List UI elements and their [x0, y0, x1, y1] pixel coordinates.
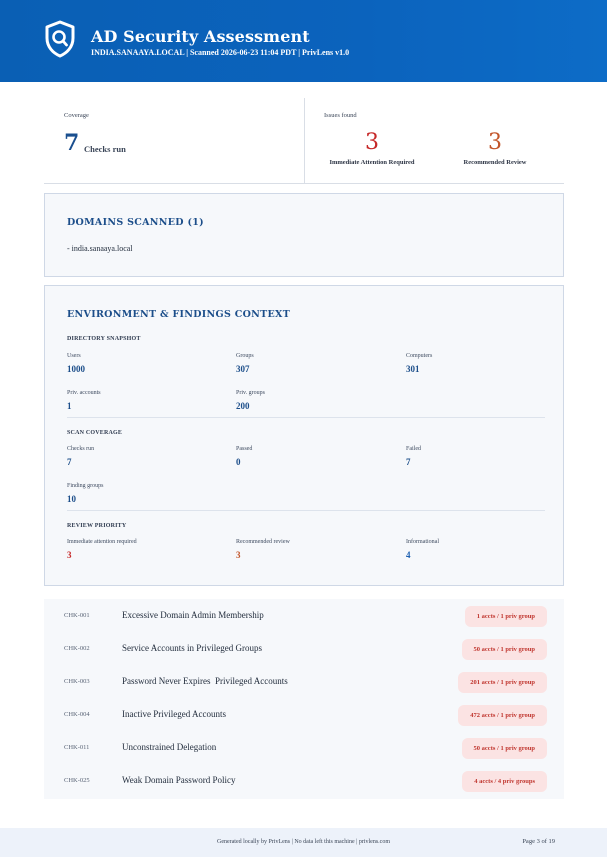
recommended-count: 3 — [488, 130, 502, 155]
checks-run-value: 7 — [67, 457, 72, 467]
immediate-count: 3 — [365, 130, 379, 155]
users-cell: Users 1000 — [67, 353, 85, 374]
check-name: Unconstrained Delegation — [122, 742, 217, 752]
finding-groups-cell: Finding groups 10 — [67, 483, 104, 504]
shield-search-icon — [45, 20, 75, 58]
environment-panel: ENVIRONMENT & FINDINGS CONTEXT DIRECTORY… — [44, 285, 564, 586]
check-row[interactable]: CHK-001 Excessive Domain Admin Membershi… — [44, 600, 564, 633]
summary-strip: Coverage 7 Checks run Issues found 3 Imm… — [44, 98, 564, 184]
coverage-text: Checks run — [84, 144, 126, 154]
check-id: CHK-003 — [64, 678, 90, 685]
check-row[interactable]: CHK-011 Unconstrained Delegation 50 acct… — [44, 732, 564, 765]
scan-coverage-label: SCAN COVERAGE — [67, 430, 123, 436]
recommended-cell: Recommended review 3 — [236, 539, 290, 560]
informational-cell: Informational 4 — [406, 539, 439, 560]
check-count-badge: 4 accts / 4 priv groups — [462, 771, 547, 792]
issues-label: Issues found — [324, 112, 357, 119]
check-name: Excessive Domain Admin Membership — [122, 610, 264, 620]
recommended-value: 3 — [236, 550, 241, 560]
check-count-badge: 50 accts / 1 priv group — [461, 738, 547, 759]
checks-run-cell: Checks run 7 — [67, 446, 94, 467]
check-row[interactable]: CHK-002 Service Accounts in Privileged G… — [44, 633, 564, 666]
coverage-value: 7 — [64, 130, 80, 156]
checks-run-label: Checks run — [67, 446, 95, 452]
environment-title: ENVIRONMENT & FINDINGS CONTEXT — [67, 309, 291, 320]
finding-groups-value: 10 — [67, 494, 76, 504]
immediate-cell: Immediate attention required 3 — [67, 539, 137, 560]
check-count-badge: 201 accts / 1 priv group — [458, 672, 547, 693]
recommended-summary: 3 Recommended Review — [450, 130, 540, 168]
check-id: CHK-011 — [64, 744, 90, 751]
domain-item: - india.sanaaya.local — [67, 244, 133, 253]
users-label: Users — [67, 353, 81, 359]
check-id: CHK-002 — [64, 645, 90, 652]
groups-cell: Groups 307 — [236, 353, 254, 374]
footer-text: Generated locally by PrivLens | No data … — [216, 839, 391, 845]
passed-value: 0 — [236, 457, 241, 467]
check-id: CHK-025 — [64, 777, 90, 784]
groups-value: 307 — [236, 364, 250, 374]
check-count-badge: 472 accts / 1 priv group — [458, 705, 547, 726]
section-divider — [67, 510, 545, 511]
immediate-summary: 3 Immediate Attention Required — [327, 130, 417, 168]
check-row[interactable]: CHK-025 Weak Domain Password Policy 4 ac… — [44, 765, 564, 798]
informational-value: 4 — [406, 550, 411, 560]
check-name: Service Accounts in Privileged Groups — [122, 643, 262, 653]
priv-groups-cell: Priv. groups 200 — [236, 390, 265, 411]
check-id: CHK-001 — [64, 612, 90, 619]
recommended-text: Recommended Review — [463, 159, 527, 166]
summary-divider — [304, 98, 305, 184]
directory-snapshot-label: DIRECTORY SNAPSHOT — [67, 336, 141, 342]
section-divider — [67, 417, 545, 418]
priv-accounts-cell: Priv. accounts 1 — [67, 390, 101, 411]
priv-groups-label: Priv. groups — [236, 390, 265, 396]
failed-label: Failed — [406, 446, 421, 452]
finding-groups-label: Finding groups — [67, 483, 104, 489]
page-footer: Generated locally by PrivLens | No data … — [0, 828, 607, 857]
check-name: Password Never Expires Privileged Accoun… — [122, 676, 288, 686]
computers-value: 301 — [406, 364, 420, 374]
domains-panel: DOMAINS SCANNED (1) - india.sanaaya.loca… — [44, 193, 564, 277]
failed-cell: Failed 7 — [406, 446, 421, 467]
check-row[interactable]: CHK-004 Inactive Privileged Accounts 472… — [44, 699, 564, 732]
domains-title: DOMAINS SCANNED (1) — [67, 217, 204, 228]
immediate-label: Immediate attention required — [67, 539, 137, 545]
check-count-badge: 1 accts / 1 priv group — [464, 606, 547, 627]
informational-label: Informational — [406, 539, 439, 545]
review-priority-label: REVIEW PRIORITY — [67, 523, 127, 529]
computers-cell: Computers 301 — [406, 353, 432, 374]
passed-label: Passed — [236, 446, 253, 452]
check-name: Weak Domain Password Policy — [122, 775, 236, 785]
recommended-label: Recommended review — [236, 539, 290, 545]
groups-label: Groups — [236, 353, 254, 359]
check-row[interactable]: CHK-003 Password Never Expires Privilege… — [44, 666, 564, 699]
computers-label: Computers — [406, 353, 433, 359]
priv-groups-value: 200 — [236, 401, 250, 411]
report-subtitle: INDIA.SANAAYA.LOCAL | Scanned 2026-06-23… — [91, 48, 350, 57]
immediate-text: Immediate Attention Required — [329, 159, 415, 166]
report-header: AD Security Assessment INDIA.SANAAYA.LOC… — [0, 0, 607, 82]
check-count-badge: 50 accts / 1 priv group — [461, 639, 547, 660]
priv-accounts-value: 1 — [67, 401, 72, 411]
coverage-label: Coverage — [64, 112, 89, 119]
check-name: Inactive Privileged Accounts — [122, 709, 226, 719]
priv-accounts-label: Priv. accounts — [67, 390, 101, 396]
users-value: 1000 — [67, 364, 85, 374]
page-number: Page 3 of 19 — [522, 838, 555, 845]
checks-list: CHK-001 Excessive Domain Admin Membershi… — [44, 599, 564, 799]
passed-cell: Passed 0 — [236, 446, 252, 467]
report-title: AD Security Assessment — [91, 27, 310, 46]
failed-value: 7 — [406, 457, 411, 467]
check-id: CHK-004 — [64, 711, 90, 718]
immediate-value: 3 — [67, 550, 72, 560]
